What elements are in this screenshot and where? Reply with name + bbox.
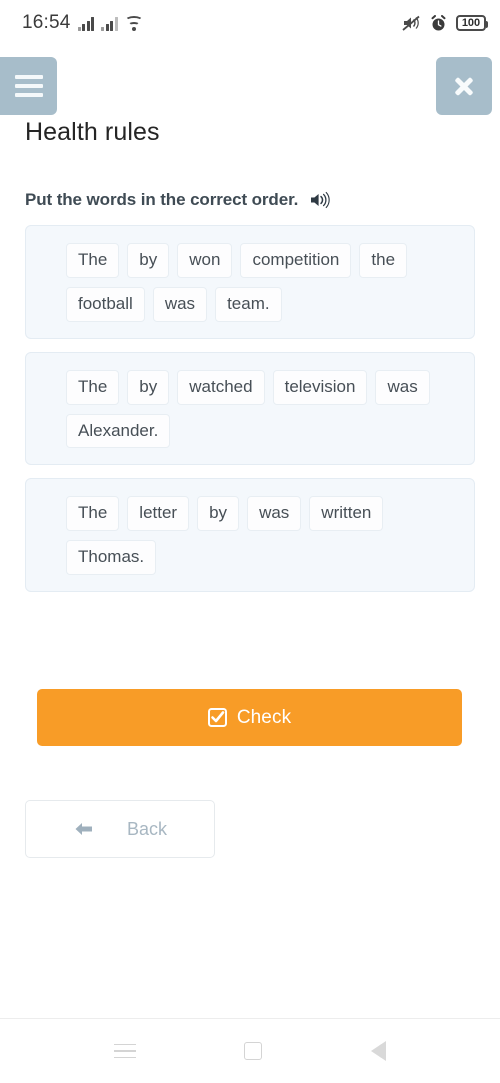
back-button-label: Back (126, 818, 168, 839)
app-root: 16:54 100 Health rules Put the words in … (0, 0, 500, 1083)
signal-bars-sim2-icon (101, 16, 118, 31)
alarm-icon (430, 14, 447, 32)
nav-home-button[interactable] (244, 1042, 263, 1060)
word-chip[interactable]: football (66, 286, 145, 322)
exercise-card-3: The letter by was written Thomas. (25, 478, 475, 593)
word-chip[interactable]: written (309, 496, 384, 532)
word-chip-group-2: The by watched television was Alexander. (66, 369, 454, 449)
exercise-card-2: The by watched television was Alexander. (25, 351, 475, 466)
word-chip[interactable]: competition (240, 243, 352, 278)
hamburger-menu-button[interactable] (0, 57, 57, 115)
check-square-icon (207, 708, 227, 727)
word-chip-group-3: The letter by was written Thomas. (66, 496, 454, 576)
exercise-card-1: The by won competition the football was … (25, 225, 475, 339)
word-chip[interactable]: Thomas. (66, 540, 157, 576)
signal-bars-sim1-icon (77, 16, 95, 31)
status-clock: 16:54 (22, 12, 71, 33)
mute-icon (402, 15, 421, 32)
word-chip[interactable]: the (359, 243, 408, 278)
close-icon (452, 74, 476, 98)
hamburger-line (14, 75, 43, 79)
status-bar-left: 16:54 (22, 12, 144, 34)
word-chip[interactable]: was (247, 496, 302, 532)
android-nav-bar (0, 1018, 500, 1083)
word-chip[interactable]: team. (215, 286, 282, 322)
hamburger-line (14, 84, 43, 88)
exercise-list: The by won competition the football was … (25, 225, 475, 605)
status-bar-right: 100 (402, 14, 488, 32)
word-chip[interactable]: by (127, 243, 170, 278)
word-chip[interactable]: letter (127, 496, 190, 532)
nav-back-button[interactable] (370, 1041, 386, 1061)
nav-recents-button[interactable] (114, 1043, 137, 1059)
word-chip[interactable]: watched (177, 369, 265, 405)
word-chip[interactable]: was (152, 286, 208, 322)
check-button[interactable]: Check (37, 689, 462, 746)
word-chip-group-1: The by won competition the football was … (66, 243, 454, 322)
word-chip[interactable]: by (127, 369, 170, 405)
word-chip[interactable]: The (66, 496, 120, 532)
instruction-row: Put the words in the correct order. (25, 190, 330, 210)
page-title: Health rules (25, 118, 160, 146)
status-bar: 16:54 100 (0, 0, 500, 46)
word-chip[interactable]: The (66, 243, 120, 278)
word-chip[interactable]: television (272, 369, 368, 405)
speaker-icon[interactable] (310, 191, 330, 209)
battery-icon: 100 (456, 15, 488, 31)
close-button[interactable] (436, 57, 492, 115)
back-button[interactable]: Back (25, 800, 215, 858)
word-chip[interactable]: won (177, 243, 233, 278)
wifi-icon (125, 15, 144, 31)
word-chip[interactable]: The (66, 369, 120, 405)
battery-level: 100 (461, 16, 481, 29)
arrow-left-icon (73, 820, 95, 838)
word-chip[interactable]: by (197, 496, 240, 532)
hamburger-line (14, 93, 43, 97)
check-button-label: Check (236, 706, 292, 728)
instruction-text: Put the words in the correct order. (25, 190, 299, 209)
word-chip[interactable]: was (375, 369, 430, 405)
word-chip[interactable]: Alexander. (66, 413, 171, 449)
